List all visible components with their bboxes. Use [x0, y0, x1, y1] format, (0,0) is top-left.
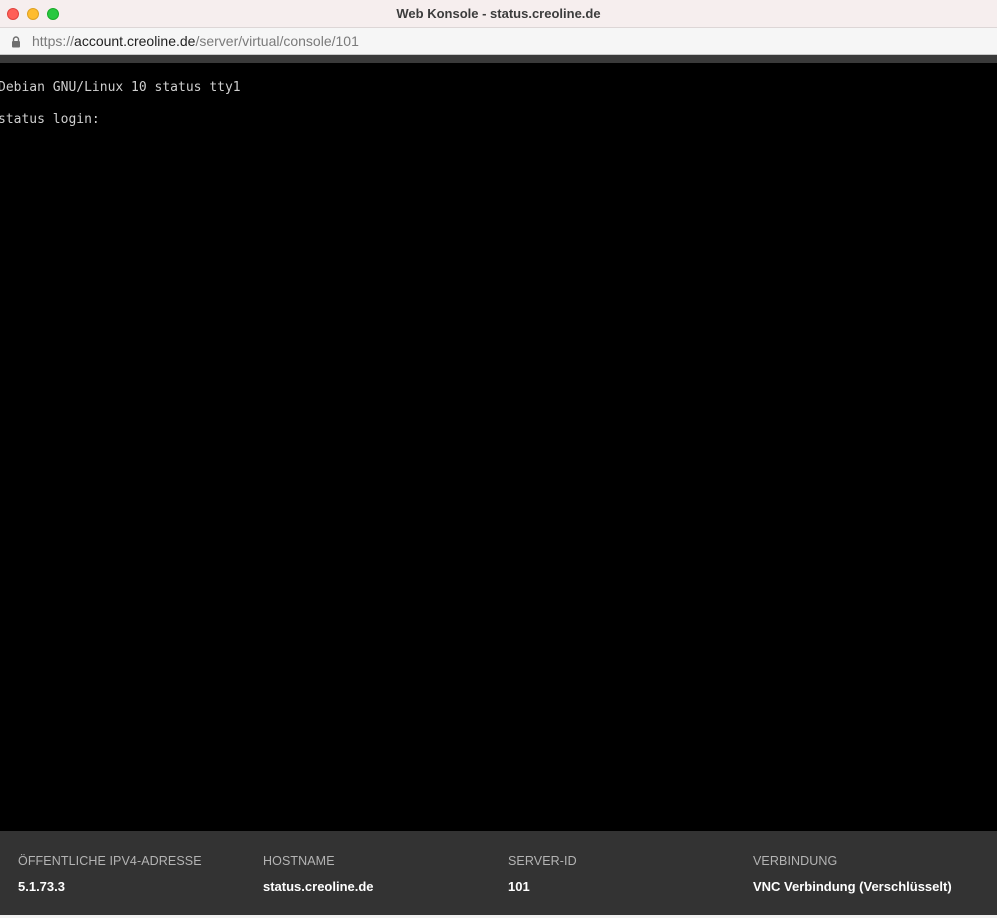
address-bar[interactable]: https://account.creoline.de/server/virtu… [0, 28, 997, 55]
ipv4-label: ÖFFENTLICHE IPV4-ADRESSE [18, 854, 202, 868]
url-host: account.creoline.de [74, 33, 196, 49]
console-top-border [0, 55, 997, 63]
url-scheme: https:// [32, 33, 75, 49]
url-path: /server/virtual/console/101 [195, 33, 359, 49]
info-server-id: SERVER-ID 101 [508, 854, 577, 894]
browser-window: Web Konsole - status.creoline.de https:/… [0, 0, 997, 918]
info-ipv4: ÖFFENTLICHE IPV4-ADRESSE 5.1.73.3 [18, 854, 202, 894]
connection-label: VERBINDUNG [753, 854, 838, 868]
server-id-label: SERVER-ID [508, 854, 577, 868]
info-hostname: HOSTNAME status.creoline.de [263, 854, 374, 894]
console-line-banner: Debian GNU/Linux 10 status tty1 [0, 80, 241, 95]
connection-value: VNC Verbindung (Verschlüsselt) [753, 879, 952, 894]
hostname-value: status.creoline.de [263, 879, 374, 894]
server-info-bar: ÖFFENTLICHE IPV4-ADRESSE 5.1.73.3 HOSTNA… [0, 831, 997, 918]
server-id-value: 101 [508, 879, 530, 894]
ipv4-value: 5.1.73.3 [18, 879, 65, 894]
vnc-console-screen[interactable]: Debian GNU/Linux 10 status tty1 status l… [0, 63, 997, 831]
lock-icon [11, 35, 21, 48]
hostname-label: HOSTNAME [263, 854, 335, 868]
info-connection: VERBINDUNG VNC Verbindung (Verschlüsselt… [753, 854, 952, 894]
console-line-login-prompt: status login: [0, 112, 100, 127]
title-bar[interactable]: Web Konsole - status.creoline.de [0, 0, 997, 28]
window-title: Web Konsole - status.creoline.de [396, 6, 601, 21]
url-text[interactable]: https://account.creoline.de/server/virtu… [32, 33, 359, 49]
